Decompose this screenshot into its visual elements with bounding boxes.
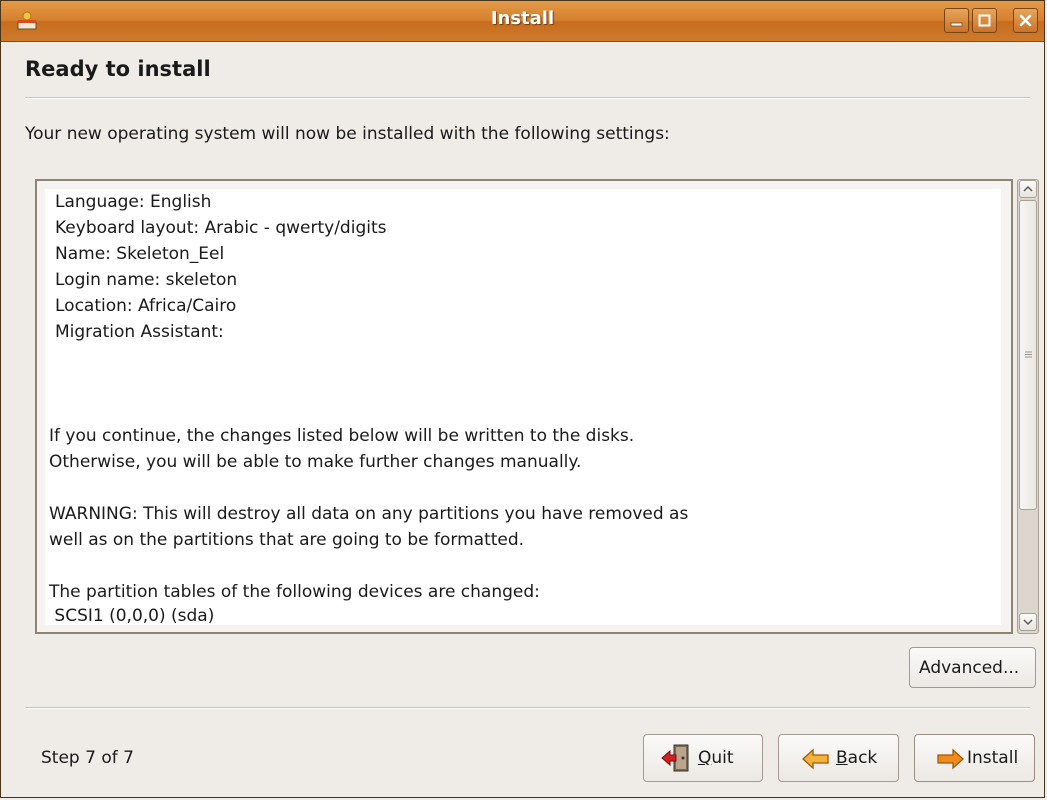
summary-paragraph: SCSI1 (0,0,0) (sda) [49, 606, 215, 625]
intro-text: Your new operating system will now be in… [25, 124, 670, 144]
summary-paragraph: The partition tables of the following de… [49, 582, 540, 602]
grip-icon [1025, 351, 1032, 358]
install-button-label: Install [967, 748, 1019, 768]
window-title: Install [490, 8, 555, 29]
summary-line: Migration Assistant: [55, 322, 224, 342]
close-icon [1019, 14, 1032, 27]
advanced-button[interactable]: Advanced... [909, 647, 1036, 688]
step-indicator: Step 7 of 7 [41, 748, 134, 768]
minimize-button[interactable] [944, 8, 969, 33]
summary-textview[interactable]: Language: English Keyboard layout: Arabi… [45, 189, 1001, 625]
summary-scrollbar[interactable] [1017, 179, 1039, 634]
back-button[interactable]: Back [778, 734, 899, 782]
advanced-button-label: Advanced... [919, 658, 1020, 678]
minimize-icon [950, 22, 963, 27]
arrow-right-icon [937, 748, 964, 770]
summary-line: Login name: skeleton [55, 270, 238, 290]
chevron-down-icon [1023, 619, 1033, 625]
summary-paragraph: WARNING: This will destroy all data on a… [49, 504, 689, 524]
footer-divider [25, 707, 1030, 709]
title-bar[interactable]: Install [1, 1, 1044, 42]
summary-line: Name: Skeleton_Eel [55, 244, 225, 264]
summary-paragraph: Otherwise, you will be able to make furt… [49, 452, 582, 472]
close-button[interactable] [1013, 8, 1038, 33]
maximize-button[interactable] [972, 8, 997, 33]
scroll-thumb[interactable] [1019, 200, 1037, 510]
quit-button-label: Quit [698, 748, 734, 768]
summary-line: Keyboard layout: Arabic - qwerty/digits [55, 218, 387, 238]
quit-button[interactable]: Quit [643, 734, 763, 782]
arrow-left-icon [802, 748, 829, 770]
chevron-up-icon [1023, 186, 1033, 192]
summary-line: Language: English [55, 192, 212, 212]
scroll-up-button[interactable] [1019, 180, 1037, 198]
summary-line: Location: Africa/Cairo [55, 296, 237, 316]
summary-frame: Language: English Keyboard layout: Arabi… [35, 179, 1013, 634]
back-button-label: Back [836, 748, 878, 768]
installer-window: Install Ready to install Your new operat… [0, 0, 1045, 798]
summary-paragraph: well as on the partitions that are going… [49, 530, 525, 550]
scroll-down-button[interactable] [1019, 613, 1037, 631]
maximize-icon [978, 14, 991, 27]
summary-paragraph: If you continue, the changes listed belo… [49, 426, 635, 446]
heading-divider [25, 97, 1030, 99]
quit-icon [661, 744, 689, 772]
page-title: Ready to install [25, 57, 211, 81]
install-button[interactable]: Install [914, 734, 1035, 782]
